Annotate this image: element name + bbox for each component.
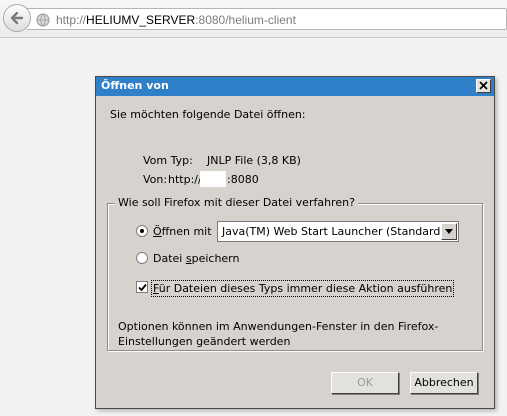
url-text[interactable]: http://HELIUMV_SERVER:8080/helium-client (56, 13, 296, 27)
open-with-radio[interactable] (136, 225, 148, 237)
url-bar[interactable]: http://HELIUMV_SERVER:8080/helium-client (27, 8, 507, 30)
close-button[interactable] (476, 79, 491, 93)
save-file-radio[interactable] (136, 252, 148, 264)
always-do-this-label[interactable]: Für Dateien dieses Typs immer diese Akti… (151, 280, 455, 297)
file-source-prefix: http:// (168, 173, 202, 186)
browser-toolbar: http://HELIUMV_SERVER:8080/helium-client (0, 0, 507, 38)
dialog-prompt: Sie möchten folgende Datei öffnen: (110, 108, 306, 121)
open-with-dropdown[interactable]: Java(TM) Web Start Launcher (Standard) (217, 221, 459, 242)
open-file-dialog: Öffnen von Sie möchten folgende Datei öf… (95, 76, 495, 409)
redacted-host-mask (200, 171, 226, 187)
file-type-label: Vom Typ: (143, 154, 193, 167)
ok-button[interactable]: OK (331, 372, 399, 394)
open-with-selected-value: Java(TM) Web Start Launcher (Standard) (222, 225, 445, 238)
dropdown-button[interactable] (441, 223, 457, 240)
back-button[interactable] (3, 4, 31, 32)
always-do-this-checkbox[interactable] (136, 281, 148, 293)
url-host: HELIUMV_SERVER (86, 13, 196, 27)
save-file-label[interactable]: Datei speichern (153, 252, 240, 265)
open-with-label[interactable]: Öffnen mit (153, 225, 212, 238)
action-group-legend: Wie soll Firefox mit dieser Datei verfah… (115, 196, 358, 209)
open-with-mnemonic: Ö (153, 225, 162, 238)
open-with-label-rest: ffnen mit (161, 225, 212, 238)
file-type-value: JNLP File (3,8 KB) (207, 154, 301, 167)
radio-selected-dot (140, 229, 144, 233)
save-file-label-prefix: Datei (153, 252, 186, 265)
dialog-title: Öffnen von (101, 79, 169, 92)
file-source-port: :8080 (227, 173, 259, 186)
save-file-label-rest: peichern (191, 252, 240, 265)
url-prefix: http:// (56, 13, 87, 27)
globe-icon (36, 13, 50, 30)
file-source-label: Von: (143, 173, 168, 186)
always-label-rest: ür Dateien dieses Typs immer diese Aktio… (158, 282, 453, 295)
options-note: Optionen können im Anwendungen-Fenster i… (118, 320, 439, 348)
cancel-button[interactable]: Abbrechen (410, 372, 478, 394)
dialog-titlebar[interactable]: Öffnen von (96, 77, 494, 96)
url-rest: :8080/helium-client (195, 13, 296, 27)
